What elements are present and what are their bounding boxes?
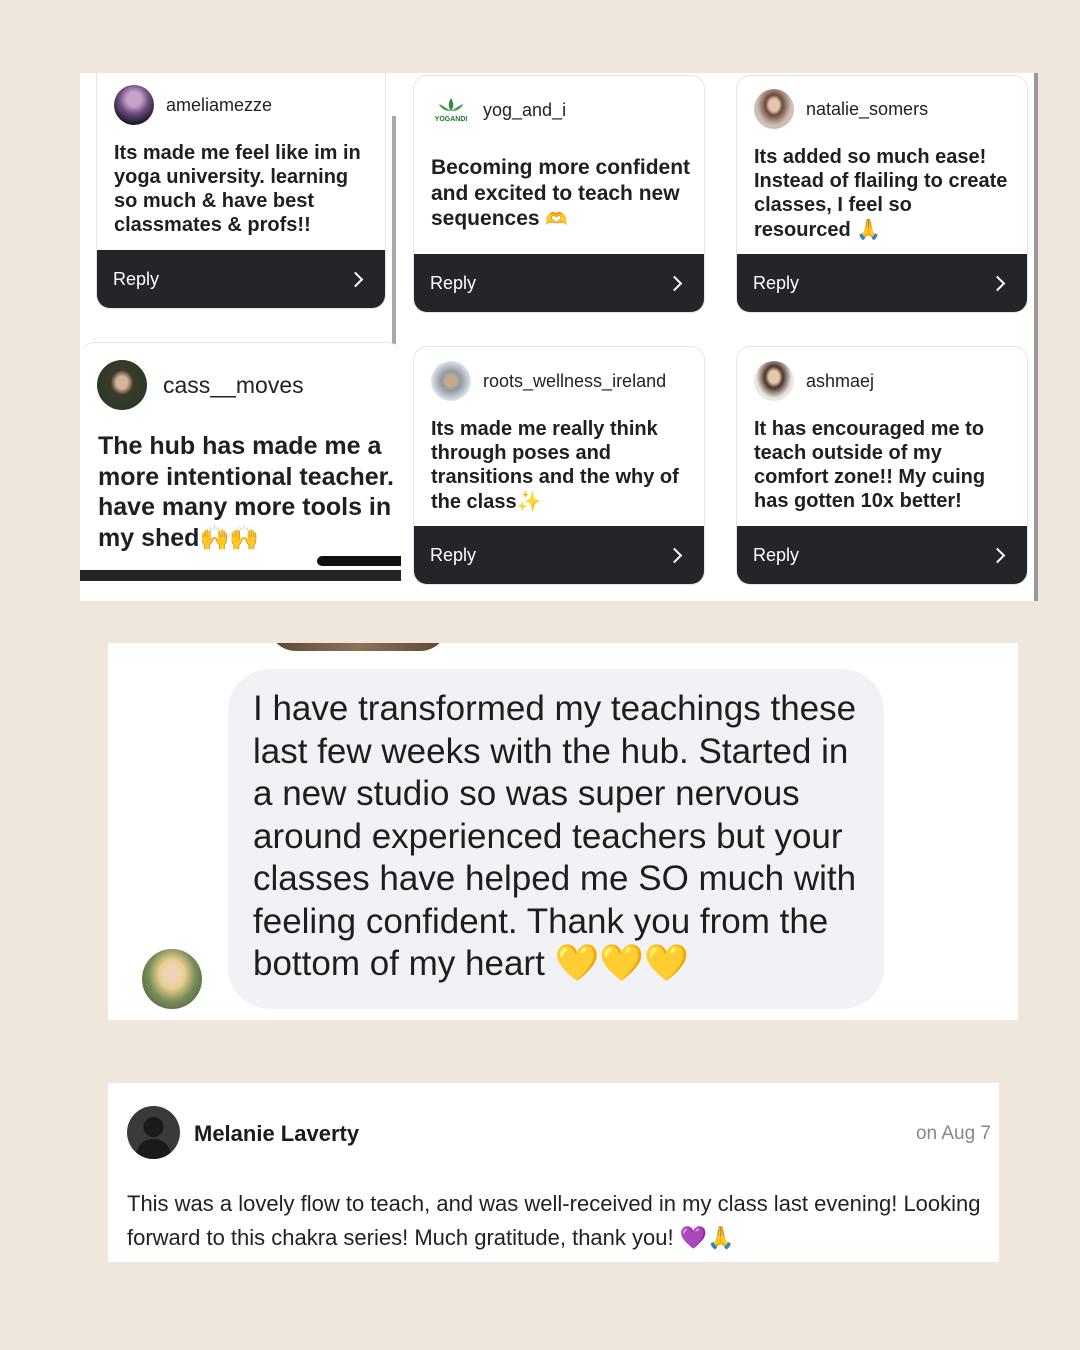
home-indicator xyxy=(317,556,401,566)
reply-message: The hub has made me a more intentional t… xyxy=(98,431,401,553)
card-header: ameliamezze xyxy=(114,85,272,125)
story-reply-card: YOGANDI yog_and_i Becoming more confiden… xyxy=(413,75,705,313)
message-text: I have transformed my teachings these la… xyxy=(253,689,857,983)
story-reply-card-zoomed: cass__moves The hub has made me a more i… xyxy=(80,342,401,581)
reply-label: Reply xyxy=(113,268,160,289)
reply-label: Reply xyxy=(430,272,477,293)
card-header: roots_wellness_ireland xyxy=(431,361,666,401)
reply-button[interactable]: Reply xyxy=(97,250,385,308)
reply-message: It has encouraged me to teach outside of… xyxy=(754,418,986,512)
reply-label: Reply xyxy=(430,544,477,565)
panel-scrollbar xyxy=(1034,73,1038,601)
username[interactable]: cass__moves xyxy=(163,372,304,399)
message-bubble: I have transformed my teachings these la… xyxy=(228,669,884,1009)
username[interactable]: ameliamezze xyxy=(166,95,272,116)
user-photo-avatar-icon[interactable] xyxy=(754,89,794,129)
comment-date: on Aug 7 xyxy=(915,1123,991,1144)
comment-panel: Melanie Laverty on Aug 7 This was a love… xyxy=(108,1083,999,1262)
person-silhouette-icon xyxy=(135,1117,172,1159)
comment-text: This was a lovely flow to teach, and was… xyxy=(127,1187,987,1256)
reply-label: Reply xyxy=(753,272,800,293)
username[interactable]: ashmaej xyxy=(806,371,874,392)
message-panel: I have transformed my teachings these la… xyxy=(108,643,1018,1020)
user-photo-avatar-icon[interactable] xyxy=(754,361,794,401)
user-photo-avatar-icon[interactable] xyxy=(114,85,154,125)
username[interactable]: yog_and_i xyxy=(483,100,566,121)
chevron-right-icon xyxy=(989,275,1006,291)
reply-bar-edge xyxy=(80,570,401,581)
username[interactable]: natalie_somers xyxy=(806,99,928,120)
story-reply-card: roots_wellness_ireland Its made me reall… xyxy=(413,346,705,585)
chevron-right-icon xyxy=(347,271,364,287)
folded-hands-emoji: 🙏 xyxy=(856,217,882,241)
comment-body: This was a lovely flow to teach, and was… xyxy=(127,1191,981,1250)
raising-hands-emoji: 🙌🙌 xyxy=(199,523,260,552)
reply-message: Its made me feel like im in yoga univers… xyxy=(114,142,361,236)
yellow-heart-emoji: 💛💛💛 xyxy=(554,943,690,984)
lotus-icon xyxy=(439,98,463,111)
reply-message: Its added so much ease! Instead of flail… xyxy=(754,145,1014,242)
default-user-silhouette-icon[interactable] xyxy=(127,1106,180,1159)
card-header: natalie_somers xyxy=(754,89,928,129)
card-header: YOGANDI yog_and_i xyxy=(431,94,566,126)
reply-message: Becoming more confident and excited to t… xyxy=(431,155,701,233)
folded-hands-emoji: 🙏 xyxy=(707,1226,735,1251)
yogandi-logo-icon[interactable]: YOGANDI xyxy=(431,94,471,126)
user-photo-avatar-icon[interactable] xyxy=(142,949,202,1009)
reply-button[interactable]: Reply xyxy=(737,526,1027,584)
card-header: cass__moves xyxy=(97,360,304,410)
user-photo-avatar-icon[interactable] xyxy=(97,360,147,410)
username[interactable]: roots_wellness_ireland xyxy=(483,371,666,392)
heart-hands-emoji: 🫶 xyxy=(545,209,568,230)
story-reply-card: ameliamezze Its made me feel like im in … xyxy=(96,73,386,309)
commenter-name[interactable]: Melanie Laverty xyxy=(194,1121,359,1147)
chevron-right-icon xyxy=(989,547,1006,563)
reply-message: Its made me really think through poses a… xyxy=(431,417,696,514)
story-reply-card: natalie_somers Its added so much ease! I… xyxy=(736,75,1028,313)
purple-heart-emoji: 💜 xyxy=(679,1226,708,1251)
story-reply-card: ashmaej It has encouraged me to teach ou… xyxy=(736,346,1028,585)
logo-text: YOGANDI xyxy=(434,116,468,123)
sparkles-emoji: ✨ xyxy=(516,489,542,513)
reply-label: Reply xyxy=(753,544,800,565)
reply-button[interactable]: Reply xyxy=(414,526,704,584)
reply-button[interactable]: Reply xyxy=(737,254,1027,312)
card-header: ashmaej xyxy=(754,361,874,401)
chevron-right-icon xyxy=(666,547,683,563)
message-text: Its made me really think through poses a… xyxy=(431,418,679,513)
panel-scrollbar-left xyxy=(392,116,396,344)
cropped-image-edge xyxy=(268,643,448,651)
user-photo-avatar-icon[interactable] xyxy=(431,361,471,401)
reply-button[interactable]: Reply xyxy=(414,254,704,312)
chevron-right-icon xyxy=(666,275,683,291)
